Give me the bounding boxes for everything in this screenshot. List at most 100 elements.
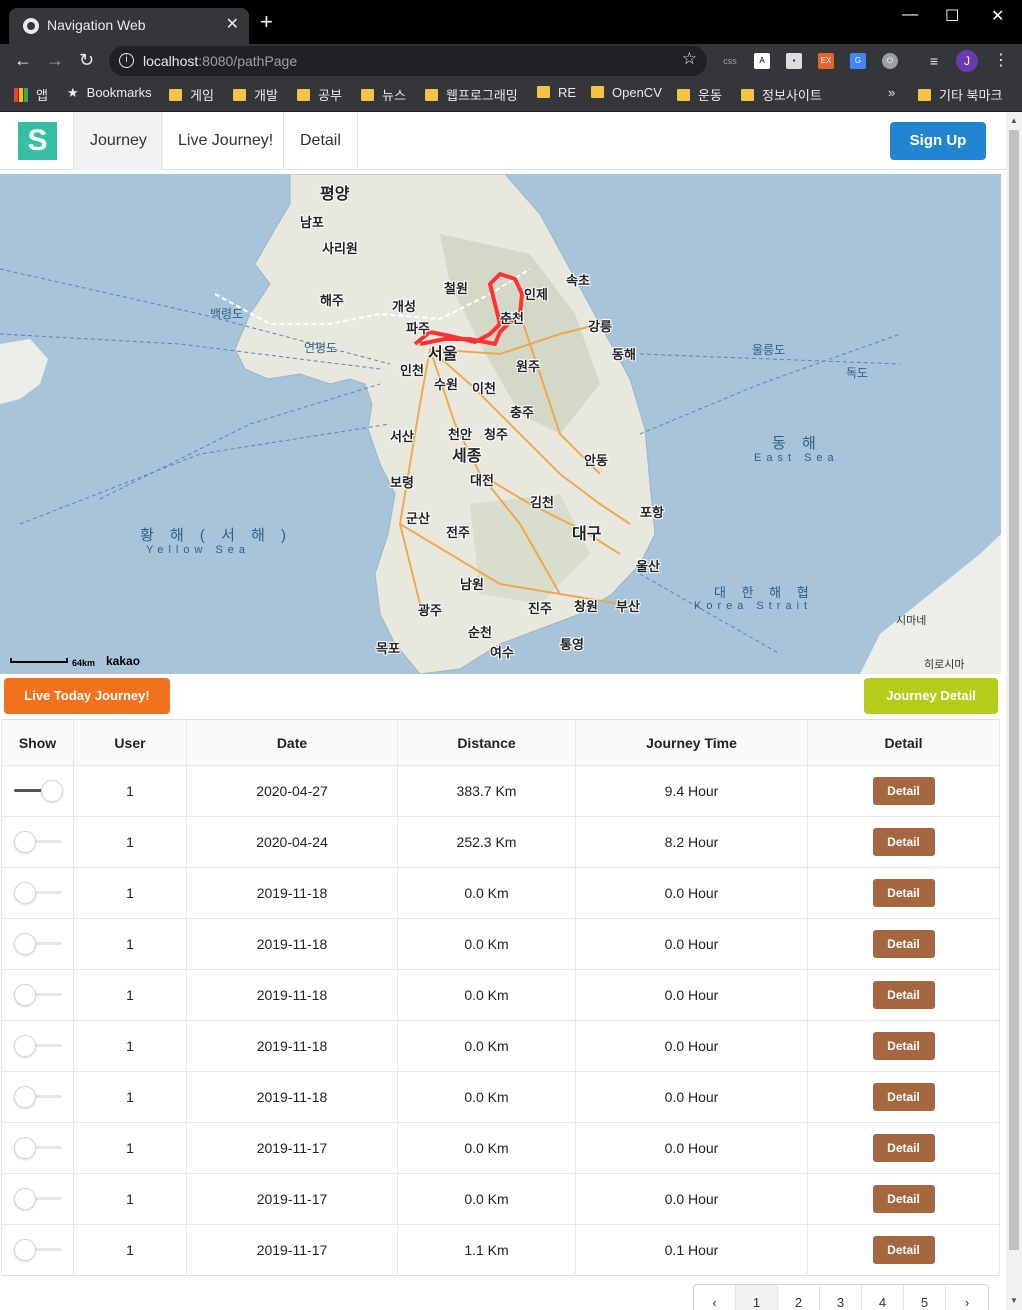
map-city-label: 보령	[390, 475, 414, 490]
reload-icon[interactable]: ↻	[79, 50, 94, 71]
minimize-icon[interactable]: —	[902, 6, 918, 24]
date-cell: 2020-04-24	[186, 816, 398, 868]
bookmark-folder-re[interactable]: RE	[537, 85, 576, 100]
bookmark-folder-info[interactable]: 정보사이트	[741, 85, 822, 104]
more-menu-icon[interactable]: ⋮	[993, 50, 1009, 70]
scroll-down-icon[interactable]: ▼	[1010, 1296, 1018, 1305]
row-detail-button[interactable]: Detail	[872, 1032, 935, 1060]
bookmark-star-icon[interactable]: ☆	[682, 49, 697, 69]
island-label-baengnyeong: 백령도	[210, 307, 244, 321]
map-city-label: 대구	[572, 526, 602, 543]
bookmark-folder-exercise[interactable]: 운동	[677, 85, 722, 104]
detail-cell: Detail	[807, 969, 1000, 1021]
map-brand-logo[interactable]: kakao	[106, 654, 140, 668]
show-toggle[interactable]	[13, 933, 62, 955]
row-detail-button[interactable]: Detail	[872, 1236, 935, 1264]
scroll-up-icon[interactable]: ▲	[1010, 116, 1018, 125]
nav-journey[interactable]: Journey	[73, 112, 163, 170]
show-toggle[interactable]	[13, 1137, 62, 1159]
ex-extension-icon[interactable]: EX	[818, 53, 834, 69]
translate-extension-icon[interactable]: G	[850, 53, 866, 69]
bookmark-folder-game[interactable]: 게임	[169, 85, 214, 104]
pagination-page[interactable]: 2	[778, 1285, 820, 1310]
row-detail-button[interactable]: Detail	[872, 1134, 935, 1162]
bookmark-folder-dev[interactable]: 개발	[233, 85, 278, 104]
bookmark-folder-opencv[interactable]: OpenCV	[591, 85, 662, 100]
text-extension-icon[interactable]: A	[754, 53, 770, 69]
profile-avatar[interactable]: J	[956, 50, 978, 72]
pagination-page[interactable]: 3	[820, 1285, 862, 1310]
show-toggle[interactable]	[13, 1239, 62, 1261]
show-toggle[interactable]	[13, 780, 63, 802]
show-toggle[interactable]	[13, 882, 62, 904]
column-header-user[interactable]: User	[73, 719, 187, 766]
map-city-label: 남원	[460, 577, 484, 592]
maximize-icon[interactable]: ☐	[945, 6, 959, 26]
show-toggle[interactable]	[13, 984, 62, 1006]
pagination-page[interactable]: 4	[862, 1285, 904, 1310]
app-logo[interactable]: S	[18, 122, 57, 160]
row-detail-button[interactable]: Detail	[872, 1185, 935, 1213]
pagination-page[interactable]: 5	[904, 1285, 946, 1310]
folder-icon	[233, 89, 246, 101]
journey-time-cell: 0.0 Hour	[575, 867, 808, 919]
browser-tab[interactable]: Navigation Web ✕	[9, 8, 249, 44]
new-tab-button[interactable]: +	[260, 11, 273, 33]
live-today-journey-button[interactable]: Live Today Journey!	[4, 678, 170, 714]
window-close-icon[interactable]: ✕	[991, 6, 1004, 26]
sign-up-button[interactable]: Sign Up	[890, 122, 986, 160]
bookmark-folder-study[interactable]: 공부	[297, 85, 342, 104]
pagination-next[interactable]: ›	[946, 1285, 988, 1310]
row-detail-button[interactable]: Detail	[872, 930, 935, 958]
japan-label: 시마네	[896, 615, 927, 627]
bookmark-apps[interactable]: 앱	[14, 85, 48, 104]
css-extension-icon[interactable]: css	[722, 53, 738, 69]
row-detail-button[interactable]: Detail	[872, 828, 935, 856]
user-cell: 1	[73, 918, 187, 970]
row-detail-button[interactable]: Detail	[872, 879, 935, 907]
power-extension-icon[interactable]: ⏻	[882, 53, 898, 69]
globe-icon	[23, 18, 39, 34]
strait-label-en: Korea Strait	[694, 600, 813, 612]
bookmark-folder-news[interactable]: 뉴스	[361, 85, 406, 104]
column-header-distance[interactable]: Distance	[397, 719, 576, 766]
map-city-label: 개성	[392, 299, 416, 314]
row-detail-button[interactable]: Detail	[872, 981, 935, 1009]
url-text[interactable]: localhost:8080/pathPage	[143, 53, 297, 69]
pagination-page[interactable]: 1	[736, 1285, 778, 1310]
address-bar[interactable]: i localhost:8080/pathPage ☆	[109, 46, 707, 76]
card-extension-icon[interactable]: ▪	[786, 53, 802, 69]
journey-map[interactable]: 평양 남포 사리원 개성 해주 파주 서울 인천 수원 이천 춘천 원주 강릉 …	[0, 174, 1001, 674]
bookmark-folder-web[interactable]: 웹프로그래밍	[425, 85, 518, 104]
bookmarks-overflow-button[interactable]: »	[888, 85, 895, 100]
column-header-show[interactable]: Show	[1, 719, 74, 766]
show-toggle[interactable]	[13, 1188, 62, 1210]
scrollbar-thumb[interactable]	[1009, 130, 1019, 1250]
bookmark-bookmarks[interactable]: ★ Bookmarks	[67, 85, 152, 101]
show-toggle[interactable]	[13, 1035, 62, 1057]
show-toggle[interactable]	[13, 831, 62, 853]
page-scrollbar[interactable]: ▲ ▼	[1006, 112, 1022, 1310]
map-city-label: 청주	[484, 427, 508, 442]
forward-arrow-icon[interactable]: →	[46, 50, 64, 71]
column-header-journey-time[interactable]: Journey Time	[575, 719, 808, 766]
nav-detail[interactable]: Detail	[283, 112, 358, 170]
nav-live-journey[interactable]: Live Journey!	[161, 112, 289, 170]
close-tab-icon[interactable]: ✕	[226, 14, 239, 34]
west-island	[0, 339, 48, 404]
row-detail-button[interactable]: Detail	[872, 777, 935, 805]
journey-table: Show User Date Distance Journey Time Det…	[1, 719, 1000, 1276]
date-cell: 2019-11-18	[186, 918, 398, 970]
other-bookmarks[interactable]: 기타 북마크	[918, 85, 1002, 104]
show-toggle[interactable]	[13, 1086, 62, 1108]
journey-detail-button[interactable]: Journey Detail	[864, 678, 998, 714]
site-info-icon[interactable]: i	[119, 53, 134, 68]
column-header-detail[interactable]: Detail	[807, 719, 1000, 766]
folder-icon	[591, 86, 604, 98]
column-header-date[interactable]: Date	[186, 719, 398, 766]
row-detail-button[interactable]: Detail	[872, 1083, 935, 1111]
pagination-prev[interactable]: ‹	[694, 1285, 736, 1310]
map-city-label: 천안	[448, 427, 472, 442]
media-queue-icon[interactable]: ≡	[926, 53, 942, 69]
back-arrow-icon[interactable]: ←	[14, 50, 32, 71]
